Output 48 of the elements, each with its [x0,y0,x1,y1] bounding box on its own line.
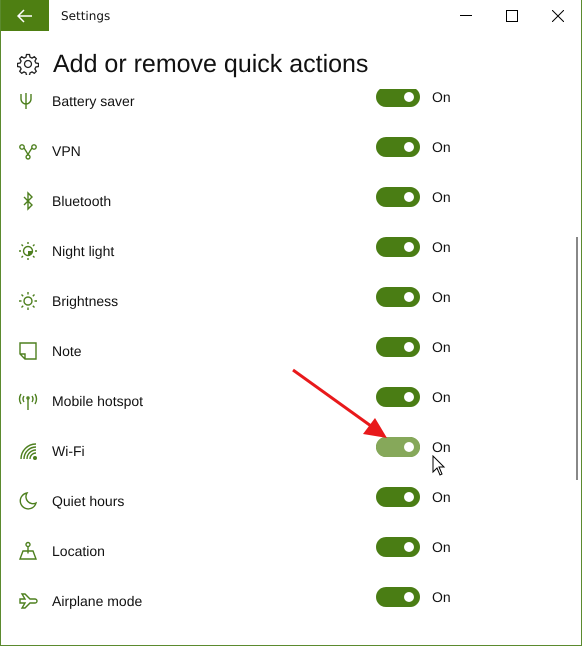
toggle-switch[interactable] [376,587,420,607]
action-label: VPN [52,143,82,159]
action-icon [17,340,39,362]
toggle-state: On [432,489,451,505]
close-icon [552,10,564,22]
action-icon [17,290,39,312]
cursor-icon [432,455,446,477]
toggle-state: On [432,289,451,305]
toggle-switch[interactable] [376,237,420,257]
toggle-switch[interactable] [376,87,420,107]
toggle-switch[interactable] [376,137,420,157]
minimize-icon [460,15,472,16]
toggle-switch[interactable] [376,337,420,357]
toggle-state: On [432,589,451,605]
action-label: Battery saver [52,93,136,109]
action-label: Night light [52,243,116,259]
action-icon [17,490,39,512]
toggle-switch[interactable] [376,287,420,307]
toggle-switch[interactable] [376,387,420,407]
action-label: Bluetooth [52,193,112,209]
action-label: Wi-Fi [52,443,86,459]
toggle-state: On [432,339,451,355]
toggle-state: On [432,539,451,555]
window-title: Settings [61,8,112,22]
scrollbar[interactable] [576,237,578,480]
page-title: Add or remove quick actions [53,50,368,78]
action-label: Mobile hotspot [52,393,144,409]
action-label: Brightness [52,293,120,309]
action-label: Note [52,343,83,359]
toggle-state: On [432,189,451,205]
toggle-state: On [432,239,451,255]
toggle-state: On [432,439,451,455]
toggle-switch[interactable] [376,187,420,207]
toggle-state: On [432,139,451,155]
toggle-switch[interactable] [376,487,420,507]
action-label: Location [52,543,106,559]
toggle-state: On [432,389,451,405]
toggle-switch[interactable] [376,537,420,557]
action-label: Quiet hours [52,493,126,509]
maximize-icon [506,10,518,22]
action-label: Airplane mode [52,593,144,609]
action-icon [17,240,39,262]
settings-icon [17,53,39,75]
toggle-switch[interactable] [376,437,420,457]
toggle-state: On [432,89,451,105]
back-button[interactable] [1,0,49,31]
action-icon [17,540,39,562]
back-arrow-icon [17,8,33,22]
